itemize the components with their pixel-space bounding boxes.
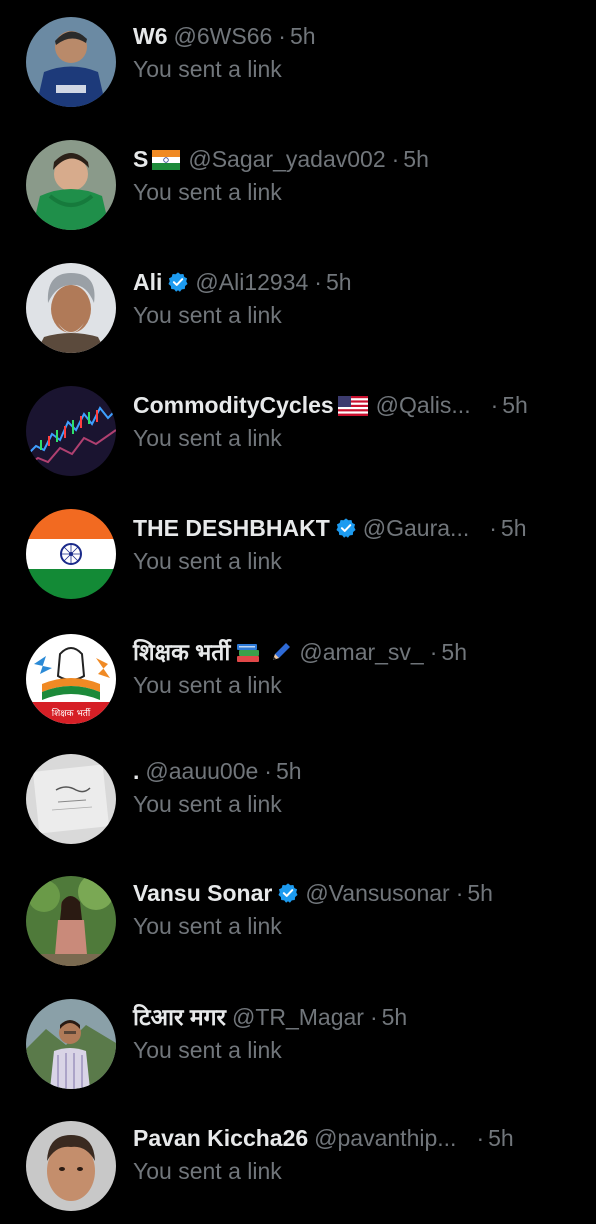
message-preview: You sent a link bbox=[133, 1158, 282, 1184]
timestamp: 5h bbox=[502, 392, 528, 418]
timestamp: 5h bbox=[500, 515, 527, 541]
conversation-row[interactable]: Ali @Ali12934 · 5h You sent a link bbox=[0, 246, 596, 366]
timestamp: 5h bbox=[275, 758, 302, 784]
sender-handle: @pavanthip... bbox=[314, 1125, 457, 1151]
sender-name: S bbox=[133, 146, 149, 172]
sender-handle: @Ali12934 bbox=[195, 269, 309, 295]
sender-name: Pavan Kiccha26 bbox=[133, 1125, 309, 1151]
timestamp: 5h bbox=[488, 1125, 514, 1151]
timestamp: 5h bbox=[325, 269, 352, 295]
timestamp: 5h bbox=[441, 639, 467, 665]
verified-badge-icon bbox=[335, 515, 357, 547]
message-preview: You sent a link bbox=[133, 179, 282, 205]
sender-handle: @amar_sv_ bbox=[299, 639, 424, 665]
sender-name: CommodityCycles bbox=[133, 392, 334, 418]
avatar[interactable] bbox=[26, 876, 116, 966]
message-preview: You sent a link bbox=[133, 1037, 282, 1063]
separator-dot: · bbox=[429, 639, 438, 665]
message-preview: You sent a link bbox=[133, 425, 282, 451]
avatar[interactable] bbox=[26, 509, 116, 599]
sender-handle: @Qalis... bbox=[375, 392, 471, 418]
timestamp: 5h bbox=[381, 1004, 408, 1030]
verified-badge-icon bbox=[167, 269, 189, 301]
message-preview: You sent a link bbox=[133, 302, 282, 328]
avatar[interactable] bbox=[26, 263, 116, 353]
separator-dot: · bbox=[314, 269, 322, 295]
avatar[interactable] bbox=[26, 140, 116, 230]
separator-dot: · bbox=[369, 1004, 378, 1030]
avatar[interactable]: शिक्षक भर्ती bbox=[26, 634, 116, 724]
sender-name: टिआर मगर bbox=[133, 1004, 226, 1030]
us-flag-icon bbox=[337, 392, 368, 424]
verified-badge-icon bbox=[277, 880, 299, 912]
sender-name: Ali bbox=[133, 269, 163, 295]
separator-dot: · bbox=[391, 146, 400, 172]
message-preview: You sent a link bbox=[133, 56, 282, 82]
timestamp: 5h bbox=[467, 880, 493, 906]
avatar[interactable] bbox=[26, 1121, 116, 1211]
india-flag-icon bbox=[152, 146, 181, 178]
conversation-row[interactable]: शिक्षक भर्ती शिक्षक भर्ती @amar_sv_ · 5h Yo… bbox=[0, 617, 596, 737]
conversation-row[interactable]: THE DESHBHAKT @Gaura... · 5h You sent a lin… bbox=[0, 492, 596, 612]
sender-handle: @Sagar_yadav002 bbox=[188, 146, 386, 172]
timestamp: 5h bbox=[403, 146, 429, 172]
sender-name: शिक्षक भर्ती bbox=[133, 639, 231, 665]
sender-handle: @Vansusonar bbox=[305, 880, 450, 906]
avatar[interactable] bbox=[26, 999, 116, 1089]
dm-list: W6 @6WS66 · 5h You sent a link S @Sagar_yada… bbox=[0, 0, 596, 1211]
conversation-row[interactable]: Pavan Kiccha26 @pavanthip... · 5h You sent … bbox=[0, 1104, 596, 1224]
avatar[interactable] bbox=[26, 17, 116, 107]
message-preview: You sent a link bbox=[133, 548, 282, 574]
books-icon bbox=[235, 640, 261, 672]
message-preview: You sent a link bbox=[133, 913, 282, 939]
separator-dot: · bbox=[278, 23, 286, 49]
avatar-caption: शिक्षक भर्ती bbox=[52, 707, 91, 719]
separator-dot: · bbox=[490, 392, 499, 418]
message-preview: You sent a link bbox=[133, 672, 282, 698]
sender-name: Vansu Sonar bbox=[133, 880, 273, 906]
avatar[interactable] bbox=[26, 386, 116, 476]
sender-handle: @Gaura... bbox=[362, 515, 470, 541]
sender-name: THE DESHBHAKT bbox=[133, 515, 330, 541]
sender-handle: @TR_Magar bbox=[231, 1004, 364, 1030]
conversation-row[interactable]: टिआर मगर @TR_Magar · 5h You sent a link bbox=[0, 983, 596, 1103]
conversation-row[interactable]: CommodityCycles @Qalis... · 5h You sent a l… bbox=[0, 369, 596, 489]
separator-dot: · bbox=[455, 880, 464, 906]
separator-dot: · bbox=[476, 1125, 485, 1151]
pen-icon bbox=[269, 640, 293, 672]
message-preview: You sent a link bbox=[133, 791, 282, 817]
sender-handle: @aauu00e bbox=[145, 758, 259, 784]
avatar[interactable] bbox=[26, 754, 116, 844]
timestamp: 5h bbox=[289, 23, 316, 49]
sender-name: . bbox=[133, 758, 140, 784]
conversation-row[interactable]: . @aauu00e · 5h You sent a link bbox=[0, 737, 596, 857]
conversation-row[interactable]: S @Sagar_yadav002 · 5h You sent a link bbox=[0, 123, 596, 243]
sender-handle: @6WS66 bbox=[173, 23, 273, 49]
separator-dot: · bbox=[264, 758, 272, 784]
conversation-row[interactable]: Vansu Sonar @Vansusonar · 5h You sent a lin… bbox=[0, 859, 596, 979]
separator-dot: · bbox=[489, 515, 497, 541]
conversation-row[interactable]: W6 @6WS66 · 5h You sent a link bbox=[0, 0, 596, 120]
sender-name: W6 bbox=[133, 23, 168, 49]
